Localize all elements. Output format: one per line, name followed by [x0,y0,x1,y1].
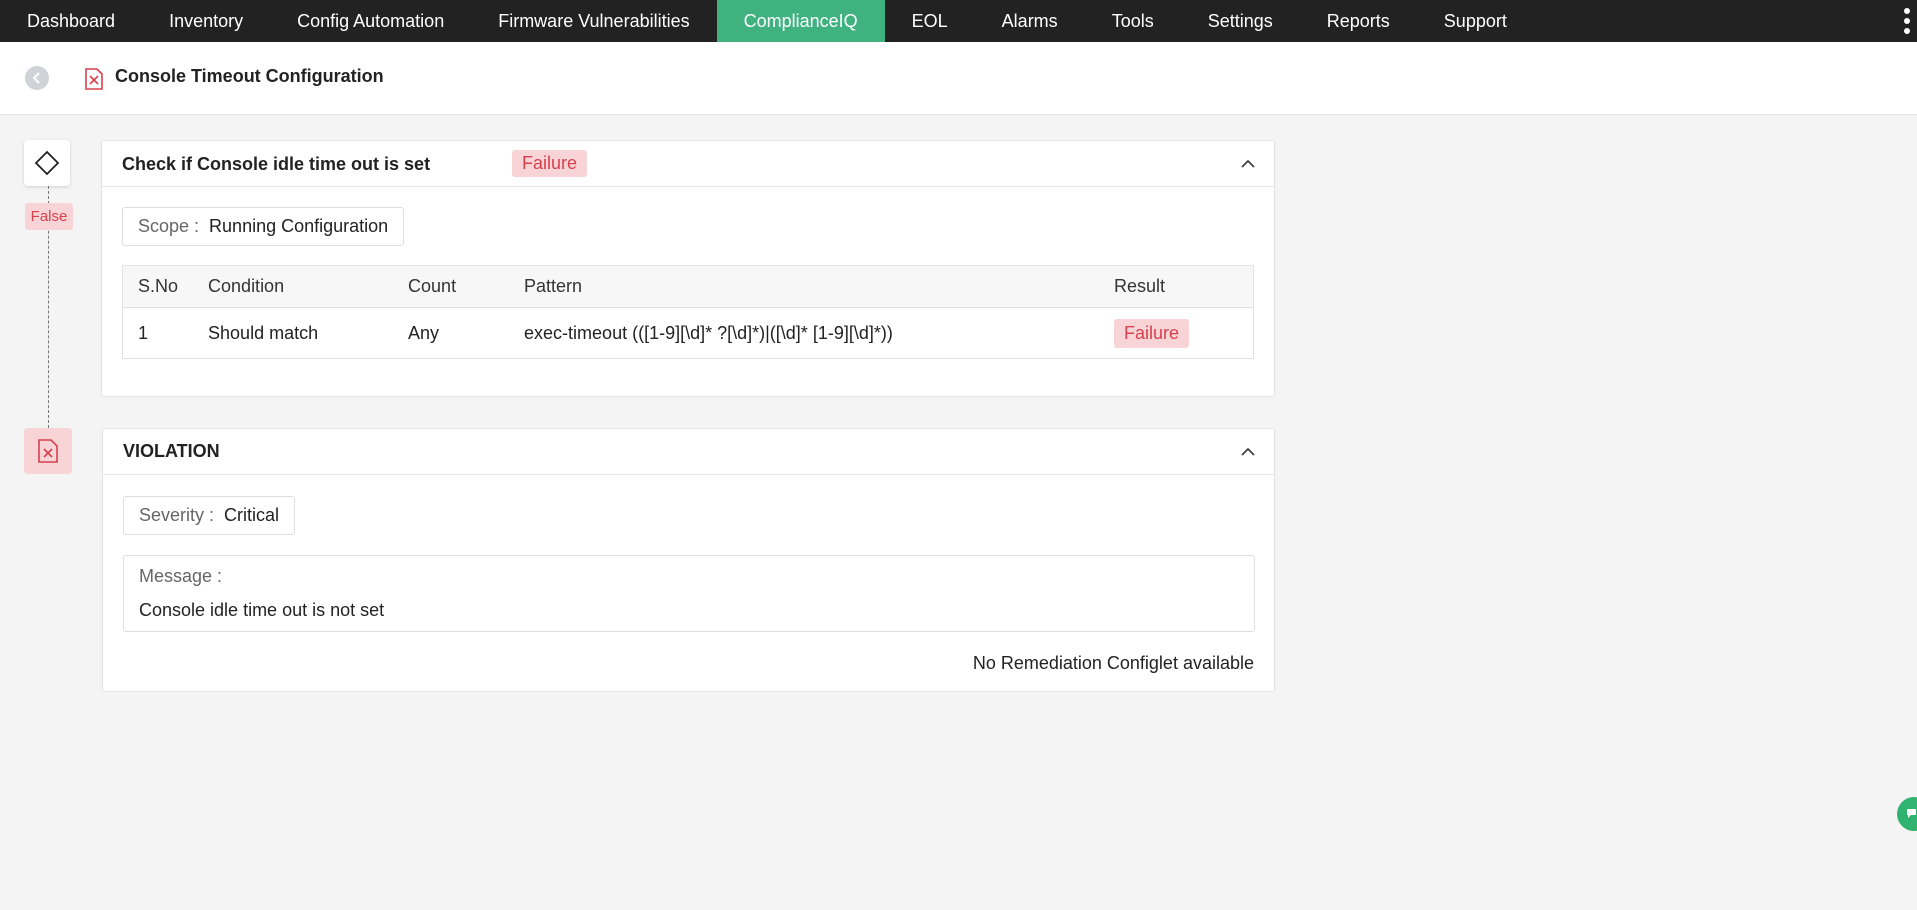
cell-count: Any [393,307,510,359]
chevron-left-icon [32,72,40,84]
status-badge: Failure [512,150,588,177]
nav-dashboard[interactable]: Dashboard [0,0,142,42]
column-header-count: Count [408,276,457,296]
column-header-sno: S.No [138,276,179,296]
column-header-condition: Condition [208,276,285,296]
chevron-up-icon[interactable] [1240,444,1256,460]
chat-button[interactable] [1897,797,1917,831]
nav-firmware-vulnerabilities[interactable]: Firmware Vulnerabilities [471,0,716,42]
nav-support[interactable]: Support [1417,0,1534,42]
nav-inventory[interactable]: Inventory [142,0,270,42]
chevron-up-icon[interactable] [1240,156,1256,172]
cell-pattern: exec-timeout (([1-9][\d]* ?[\d]*)|([\d]*… [509,307,1100,359]
nav-eol[interactable]: EOL [885,0,975,42]
scope-field: Scope : Running Configuration [122,207,405,246]
nav-config-automation[interactable]: Config Automation [270,0,471,42]
column-header-pattern: Pattern [524,276,583,296]
check-card: Check if Console idle time out is set Fa… [101,140,1275,397]
column-header-result: Result [1114,276,1166,296]
table-header-row: S.No Condition Count Pattern Result [122,265,1254,308]
cell-result: Failure [1099,307,1254,359]
nav-complianceiq[interactable]: ComplianceIQ [716,0,885,42]
rule-table: S.No Condition Count Pattern Result 1 Sh… [122,265,1254,359]
page-header: Console Timeout Configuration [0,42,1917,115]
check-title: Check if Console idle time out is set [122,154,431,174]
nav-tools[interactable]: Tools [1085,0,1181,42]
failure-document-icon [38,439,58,463]
message-field: Message : Console idle time out is not s… [123,555,1255,632]
scope-value: Running Configuration [209,216,389,236]
severity-value: Critical [224,505,280,525]
nav-alarms[interactable]: Alarms [975,0,1085,42]
page-title: Console Timeout Configuration [115,66,384,86]
violation-title: VIOLATION [123,441,220,461]
diamond-icon [34,150,60,176]
condition-result-badge: False [25,203,73,230]
table-row: 1 Should match Any exec-timeout (([1-9][… [122,307,1254,359]
chat-icon [1907,809,1916,818]
vertical-ellipsis-icon[interactable] [1903,8,1911,34]
back-button[interactable] [25,66,49,90]
severity-field: Severity : Critical [123,496,296,535]
nav-reports[interactable]: Reports [1300,0,1417,42]
condition-node [24,140,70,186]
scope-label: Scope : [138,216,200,236]
cell-condition: Should match [193,307,394,359]
check-card-header[interactable]: Check if Console idle time out is set Fa… [102,141,1274,187]
violation-card-header[interactable]: VIOLATION [103,429,1274,475]
result-badge: Failure [1114,318,1190,348]
remediation-text: No Remediation Configlet available [972,653,1254,673]
severity-label: Severity : [139,505,215,525]
message-label: Message : [139,566,223,586]
violation-node [24,428,72,474]
failure-document-icon [85,68,103,90]
top-navigation: Dashboard Inventory Config Automation Fi… [0,0,1917,42]
message-text: Console idle time out is not set [139,600,385,620]
cell-sno: 1 [122,307,194,359]
nav-settings[interactable]: Settings [1181,0,1300,42]
violation-card: VIOLATION Severity : Critical Message : … [102,428,1275,692]
